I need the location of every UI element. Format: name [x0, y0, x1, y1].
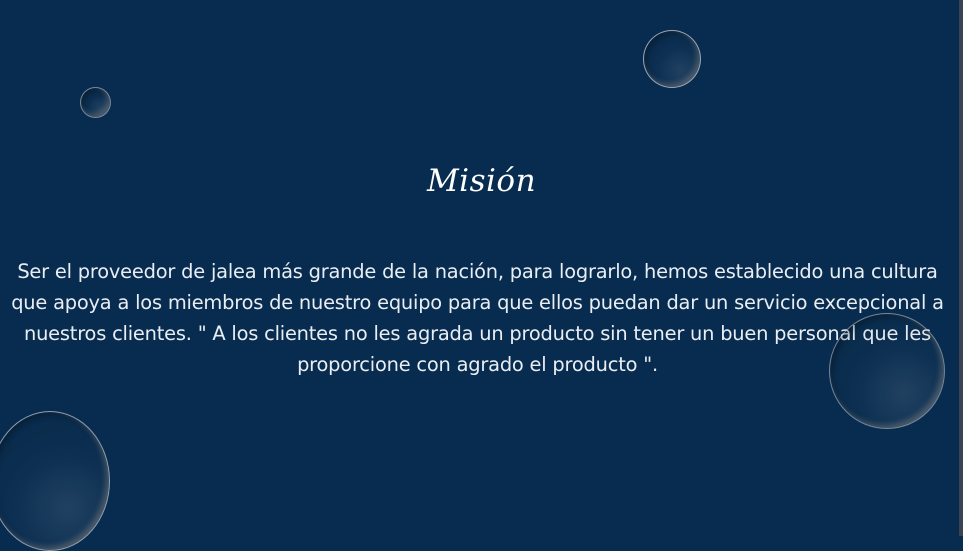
mission-text: Ser el proveedor de jalea más grande de …	[11, 260, 944, 376]
bubble-decoration-bottom-left	[0, 411, 110, 551]
scrollbar-edge	[959, 0, 963, 536]
bubble-decoration-right	[829, 313, 945, 429]
mission-title: Misión	[426, 163, 537, 199]
bubble-decoration-top	[643, 30, 701, 88]
bubble-decoration-small	[80, 87, 111, 118]
